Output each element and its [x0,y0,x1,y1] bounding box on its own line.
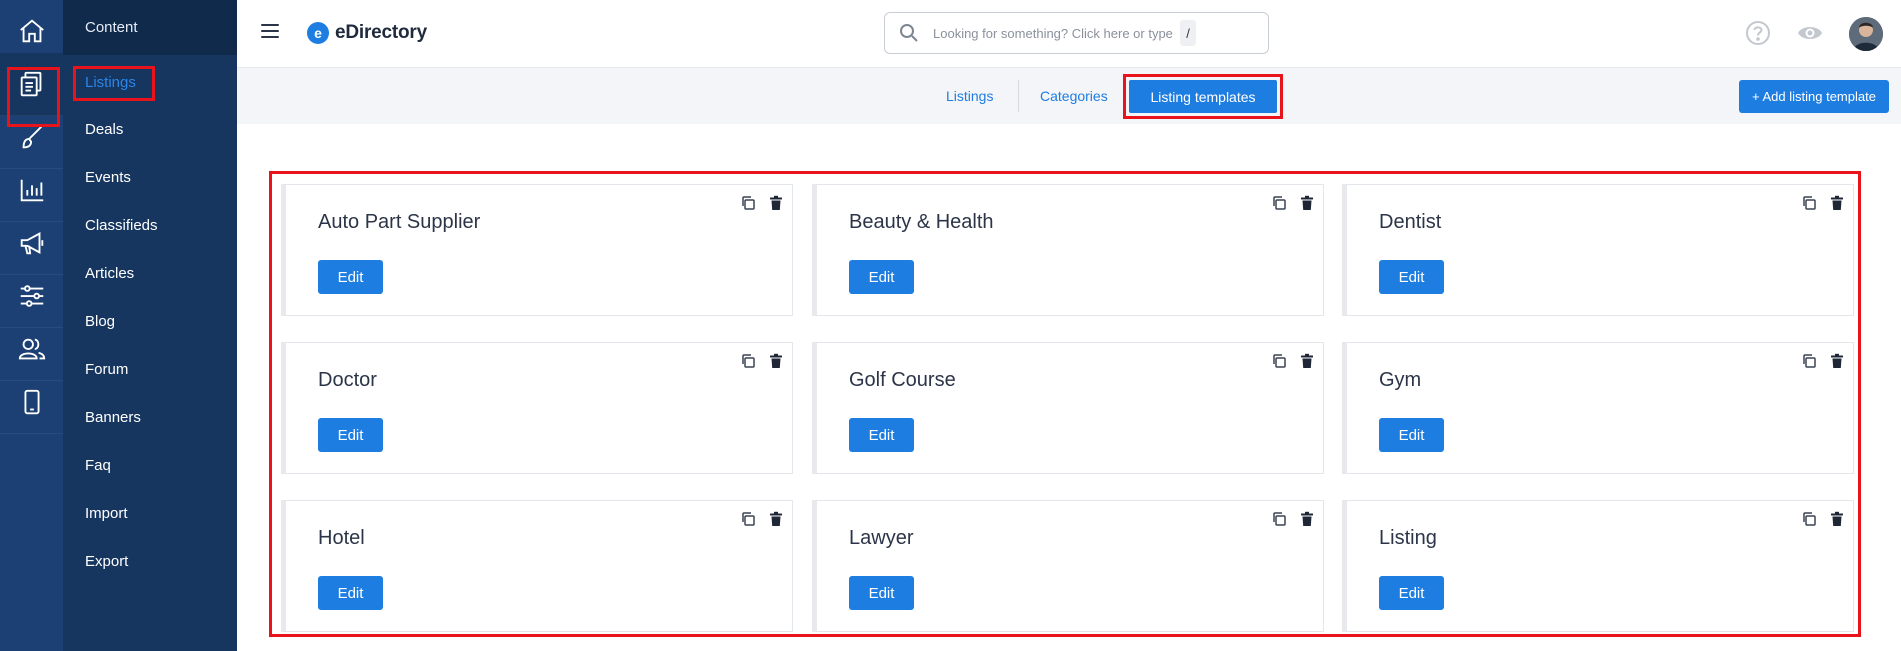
search-icon [900,24,918,42]
template-title: Lawyer [849,527,914,549]
logo-text: eDirectory [335,22,427,43]
menu-item-events[interactable]: Events [85,166,131,190]
trash-icon[interactable] [768,353,784,369]
copy-icon[interactable] [1271,195,1287,211]
trash-icon[interactable] [768,195,784,211]
menu-item-deals[interactable]: Deals [85,118,123,142]
brush-icon [22,126,42,149]
content-icon [20,71,41,97]
trash-icon[interactable] [1829,195,1845,211]
tab-divider [1018,80,1019,112]
megaphone-icon [20,232,43,255]
users-icon [18,338,45,360]
menu-item-forum[interactable]: Forum [85,358,128,382]
menu-item-blog[interactable]: Blog [85,310,115,334]
icon-rail [0,0,63,651]
copy-icon[interactable] [1801,511,1817,527]
tab-categories[interactable]: Categories [1040,85,1108,107]
menu-header: Content [63,0,237,55]
copy-icon[interactable] [740,195,756,211]
edit-button[interactable]: Edit [318,576,383,610]
user-avatar[interactable] [1849,17,1883,51]
template-title: Gym [1379,369,1422,391]
copy-icon[interactable] [740,511,756,527]
copy-icon[interactable] [740,353,756,369]
home-icon [19,19,44,43]
edit-button[interactable]: Edit [318,260,383,294]
menu-item-export[interactable]: Export [85,550,128,574]
rail-mobile[interactable] [0,371,63,434]
templates-grid: Auto Part Supplier Edit Beauty & Health … [237,124,1901,651]
add-listing-template-button[interactable]: + Add listing template [1739,80,1889,113]
edit-button[interactable]: Edit [1379,576,1444,610]
mobile-icon [24,389,39,415]
edit-button[interactable]: Edit [1379,260,1444,294]
template-title: Golf Course [849,369,956,391]
template-title: Beauty & Health [849,211,994,233]
menu-item-classifieds[interactable]: Classifieds [85,214,158,238]
help-icon[interactable] [1745,20,1771,46]
template-title: Dentist [1379,211,1442,233]
tab-listings[interactable]: Listings [946,85,993,107]
template-title: Doctor [318,369,377,391]
template-card: Listing Edit [1342,500,1854,632]
top-bar: e eDirectory / [237,0,1901,68]
logo-mark: e [307,22,329,44]
template-card: Beauty & Health Edit [812,184,1324,316]
edit-button[interactable]: Edit [849,260,914,294]
template-card: Hotel Edit [281,500,793,632]
copy-icon[interactable] [1801,353,1817,369]
trash-icon[interactable] [1299,353,1315,369]
copy-icon[interactable] [1801,195,1817,211]
tab-bar: Listings Categories Listing templates + … [237,68,1901,124]
template-card: Doctor Edit [281,342,793,474]
trash-icon[interactable] [1299,511,1315,527]
template-title: Hotel [318,527,365,549]
menu-item-faq[interactable]: Faq [85,454,111,478]
menu-item-import[interactable]: Import [85,502,128,526]
menu-item-listings[interactable]: Listings [85,71,136,95]
search-input[interactable] [933,25,1178,41]
template-title: Listing [1379,527,1437,549]
template-card: Auto Part Supplier Edit [281,184,793,316]
template-card: Lawyer Edit [812,500,1324,632]
copy-icon[interactable] [1271,511,1287,527]
menu-item-banners[interactable]: Banners [85,406,141,430]
template-card: Golf Course Edit [812,342,1324,474]
template-card: Dentist Edit [1342,184,1854,316]
template-title: Auto Part Supplier [318,211,481,233]
trash-icon[interactable] [768,511,784,527]
search-box[interactable]: / [884,12,1269,54]
template-card: Gym Edit [1342,342,1854,474]
edit-button[interactable]: Edit [849,418,914,452]
edit-button[interactable]: Edit [318,418,383,452]
trash-icon[interactable] [1829,511,1845,527]
search-shortcut-key: / [1180,20,1196,46]
edit-button[interactable]: Edit [849,576,914,610]
menu-item-articles[interactable]: Articles [85,262,134,286]
highlight-tab [1123,74,1283,119]
hamburger-menu-icon[interactable] [261,24,279,40]
trash-icon[interactable] [1829,353,1845,369]
edit-button[interactable]: Edit [1379,418,1444,452]
trash-icon[interactable] [1299,195,1315,211]
eye-icon[interactable] [1797,20,1823,46]
content-menu: Content Listings Deals Events Classified… [63,0,237,651]
chart-icon [20,179,43,202]
sliders-icon [20,285,43,307]
copy-icon[interactable] [1271,353,1287,369]
logo[interactable]: e eDirectory [307,22,427,44]
